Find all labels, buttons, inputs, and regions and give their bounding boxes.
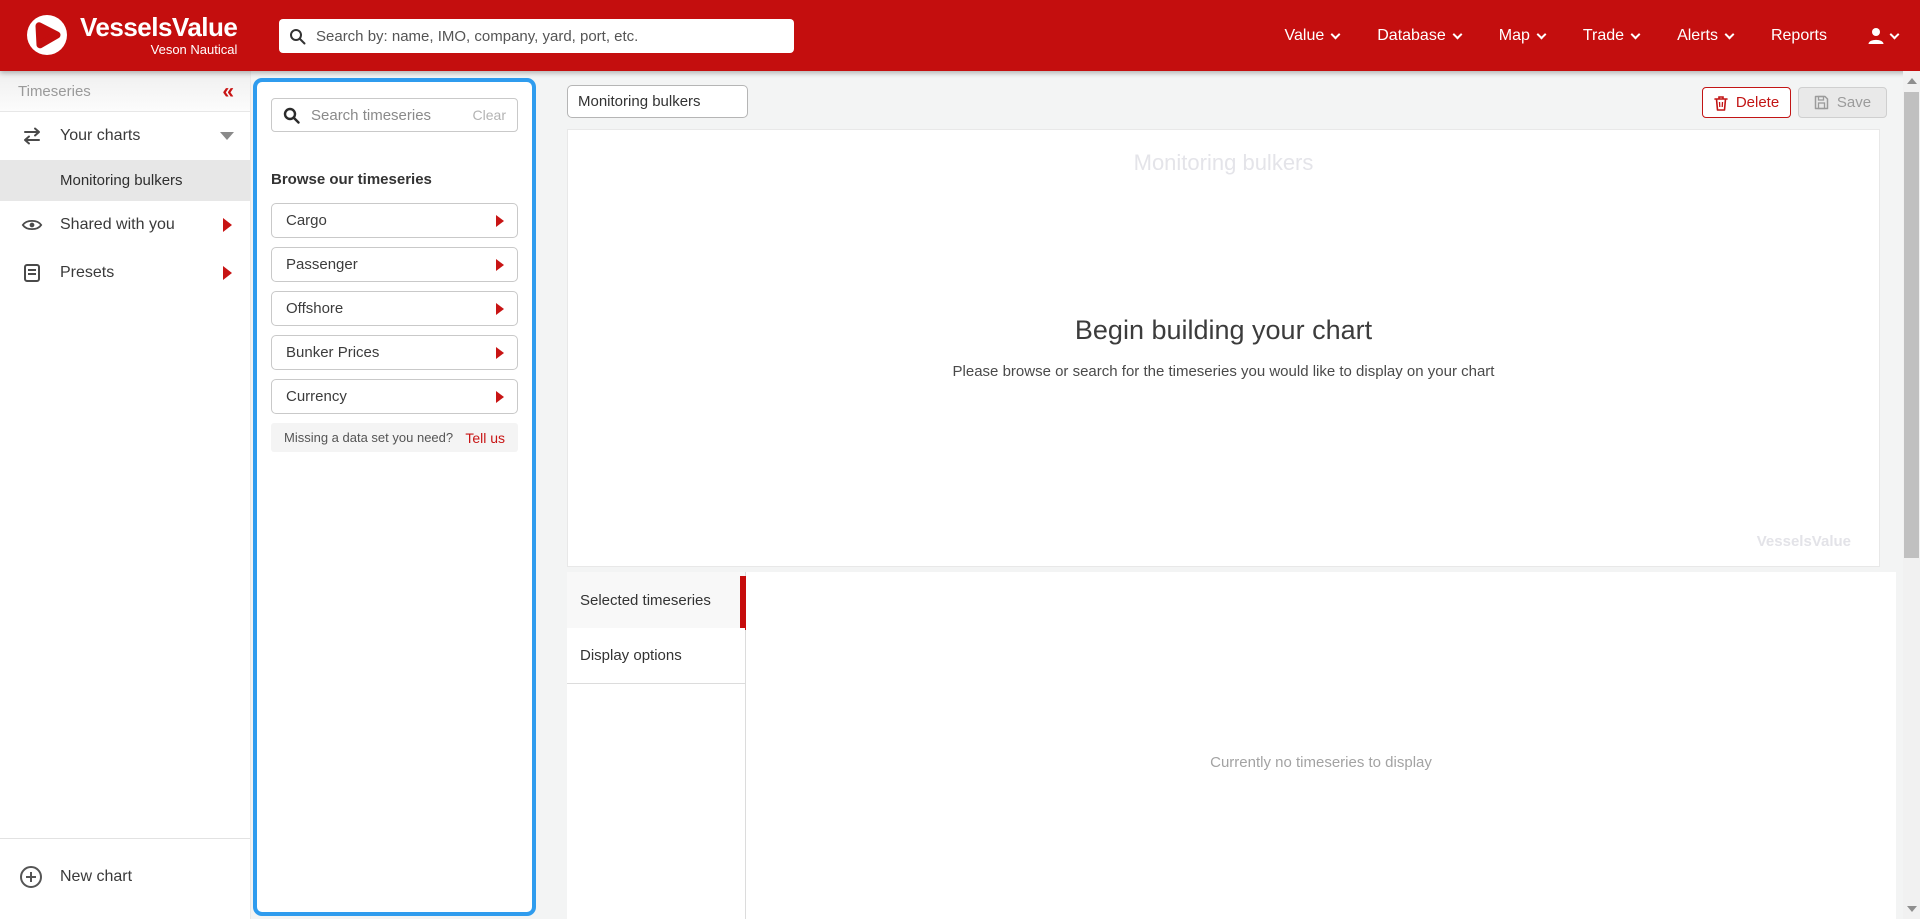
scrollbar-thumb[interactable]: [1904, 92, 1919, 558]
sidebar-item-label: Presets: [60, 264, 115, 281]
category-bunker-prices[interactable]: Bunker Prices: [271, 335, 518, 370]
nav-item-database[interactable]: Database: [1377, 27, 1463, 45]
sidebar-item-shared-with-you[interactable]: Shared with you: [0, 201, 250, 249]
sidebar-section-header: Timeseries «: [0, 71, 250, 112]
panel-tab-column: Selected timeseries Display options: [567, 572, 746, 919]
logo-subtitle: Veson Nautical: [150, 42, 238, 57]
swap-arrows-icon: [21, 125, 43, 147]
sidebar-item-label: Shared with you: [60, 216, 175, 233]
chart-placeholder-title: Monitoring bulkers: [1133, 150, 1314, 175]
logo-title: VesselsValue: [80, 12, 238, 42]
chevron-right-icon: [496, 390, 504, 403]
scroll-down-arrow-icon[interactable]: [1907, 906, 1917, 912]
chevron-down-icon: [1724, 29, 1735, 39]
no-timeseries-message: Currently no timeseries to display: [1210, 754, 1432, 771]
sidebar-item-label: Your charts: [60, 127, 141, 144]
chevron-down-icon: [1330, 29, 1341, 39]
sidebar-chart-monitoring-bulkers[interactable]: Monitoring bulkers: [0, 160, 250, 201]
nav-item-alerts[interactable]: Alerts: [1677, 27, 1735, 45]
timeseries-sidebar: Timeseries « Your charts Monitoring bulk…: [0, 71, 251, 919]
category-label: Offshore: [286, 300, 344, 317]
category-currency[interactable]: Currency: [271, 379, 518, 414]
category-list: Cargo Passenger Offshore Bunker Prices C…: [271, 203, 518, 414]
plus-circle-icon: [19, 865, 43, 889]
sidebar-chart-label: Monitoring bulkers: [60, 172, 183, 189]
chart-title-input[interactable]: [567, 85, 748, 118]
vesselsvalue-logo-icon: [27, 15, 67, 55]
save-floppy-icon: [1814, 95, 1829, 110]
global-search-box[interactable]: [279, 19, 794, 53]
tab-label: Display options: [580, 647, 682, 664]
browse-heading: Browse our timeseries: [271, 171, 432, 188]
chevron-down-icon: [1452, 29, 1463, 39]
search-icon: [283, 107, 300, 124]
trash-icon: [1714, 95, 1728, 111]
presets-icon: [21, 262, 43, 284]
chevron-down-icon: [1889, 29, 1900, 39]
chevron-down-icon: [220, 132, 234, 140]
chevron-right-icon: [496, 346, 504, 359]
collapse-sidebar-icon[interactable]: «: [222, 81, 234, 102]
selected-timeseries-panel: Selected timeseries Display options Curr…: [567, 572, 1896, 919]
chart-watermark: VesselsValue: [1756, 533, 1851, 550]
save-label: Save: [1836, 94, 1872, 111]
clear-search-button[interactable]: Clear: [473, 107, 506, 123]
nav-item-trade[interactable]: Trade: [1583, 27, 1641, 45]
vertical-scrollbar[interactable]: [1903, 71, 1920, 919]
global-search-input[interactable]: [314, 26, 784, 46]
delete-label: Delete: [1735, 94, 1780, 111]
chevron-right-icon: [496, 258, 504, 271]
chart-canvas: Monitoring bulkers Begin building your c…: [567, 129, 1880, 567]
chart-empty-state: Begin building your chart Please browse …: [568, 315, 1879, 380]
browse-timeseries-panel: Clear Browse our timeseries Cargo Passen…: [253, 78, 536, 916]
nav-item-value[interactable]: Value: [1285, 27, 1341, 45]
chevron-right-icon: [223, 218, 232, 232]
sidebar-item-your-charts[interactable]: Your charts: [0, 112, 250, 160]
save-button[interactable]: Save: [1798, 87, 1887, 118]
delete-button[interactable]: Delete: [1702, 87, 1791, 118]
chevron-right-icon: [496, 302, 504, 315]
scroll-up-arrow-icon[interactable]: [1907, 78, 1917, 84]
empty-state-heading: Begin building your chart: [1074, 315, 1373, 345]
chevron-right-icon: [223, 266, 232, 280]
nav-item-reports[interactable]: Reports: [1771, 27, 1827, 45]
category-passenger[interactable]: Passenger: [271, 247, 518, 282]
chevron-right-icon: [496, 214, 504, 227]
sidebar-divider: [0, 838, 250, 839]
top-header-bar: VesselsValue Veson Nautical Value Databa…: [0, 0, 1920, 71]
tab-selected-timeseries[interactable]: Selected timeseries: [567, 572, 746, 630]
main-nav: Value Database Map Trade Alerts Reports: [1285, 0, 1900, 71]
timeseries-search-input[interactable]: [309, 105, 473, 125]
sidebar-section-label: Timeseries: [18, 82, 91, 100]
missing-dataset-text: Missing a data set you need?: [284, 430, 454, 445]
chevron-down-icon: [1536, 29, 1547, 39]
category-cargo[interactable]: Cargo: [271, 203, 518, 238]
eye-icon: [21, 214, 43, 236]
vesselsvalue-logo[interactable]: VesselsValue Veson Nautical: [26, 12, 238, 57]
sidebar-item-presets[interactable]: Presets: [0, 249, 250, 297]
new-chart-button[interactable]: New chart: [0, 851, 250, 903]
category-label: Currency: [286, 388, 347, 405]
search-icon: [290, 28, 306, 44]
empty-state-subtitle: Please browse or search for the timeseri…: [952, 363, 1495, 380]
timeseries-search-box[interactable]: Clear: [271, 98, 518, 132]
nav-item-map[interactable]: Map: [1499, 27, 1547, 45]
active-tab-indicator: [740, 576, 746, 630]
tab-label: Selected timeseries: [580, 591, 711, 609]
category-label: Passenger: [286, 256, 358, 273]
category-label: Bunker Prices: [286, 344, 380, 361]
tell-us-link[interactable]: Tell us: [465, 430, 505, 446]
user-menu[interactable]: [1865, 25, 1900, 47]
tab-display-options[interactable]: Display options: [567, 628, 745, 684]
missing-dataset-bar: Missing a data set you need? Tell us: [271, 423, 518, 452]
category-label: Cargo: [286, 212, 327, 229]
user-icon: [1868, 27, 1884, 44]
chevron-down-icon: [1630, 29, 1641, 39]
category-offshore[interactable]: Offshore: [271, 291, 518, 326]
new-chart-label: New chart: [60, 868, 133, 885]
